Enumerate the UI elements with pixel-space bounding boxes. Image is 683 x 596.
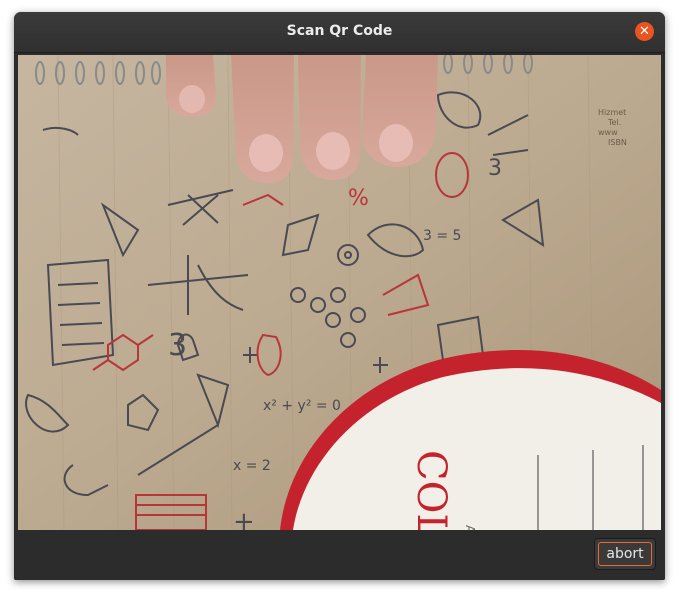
scan-qr-dialog: Scan Qr Code ✕ % x² + y² = 0 x = 2 3 3 +…: [14, 12, 665, 580]
svg-text:3 = 5: 3 = 5: [423, 228, 461, 244]
title-bar: Scan Qr Code ✕: [14, 12, 665, 53]
svg-text:3: 3: [488, 156, 502, 181]
svg-text:3: 3: [168, 328, 187, 363]
svg-text:x = 2: x = 2: [233, 458, 271, 474]
svg-text:COL: COL: [408, 450, 454, 530]
camera-feed-image: % x² + y² = 0 x = 2 3 3 + 3 = 5 HizmetTe…: [18, 55, 661, 530]
svg-text:+: +: [233, 507, 255, 530]
camera-preview: % x² + y² = 0 x = 2 3 3 + 3 = 5 Hizmet Te…: [18, 55, 661, 530]
window-title: Scan Qr Code: [286, 23, 393, 39]
svg-text:Hizmet: Hizmet: [598, 108, 626, 117]
svg-text:Tel.: Tel.: [607, 118, 621, 127]
close-button[interactable]: ✕: [635, 22, 654, 41]
dialog-footer: abort: [14, 530, 665, 580]
svg-text:x² + y² = 0: x² + y² = 0: [263, 398, 341, 414]
svg-text:www: www: [598, 128, 618, 137]
svg-text:%: %: [348, 186, 369, 211]
abort-button[interactable]: abort: [594, 538, 656, 570]
close-icon: ✕: [639, 24, 650, 39]
abort-button-label: abort: [598, 542, 652, 566]
svg-text:ISBN: ISBN: [608, 138, 627, 147]
